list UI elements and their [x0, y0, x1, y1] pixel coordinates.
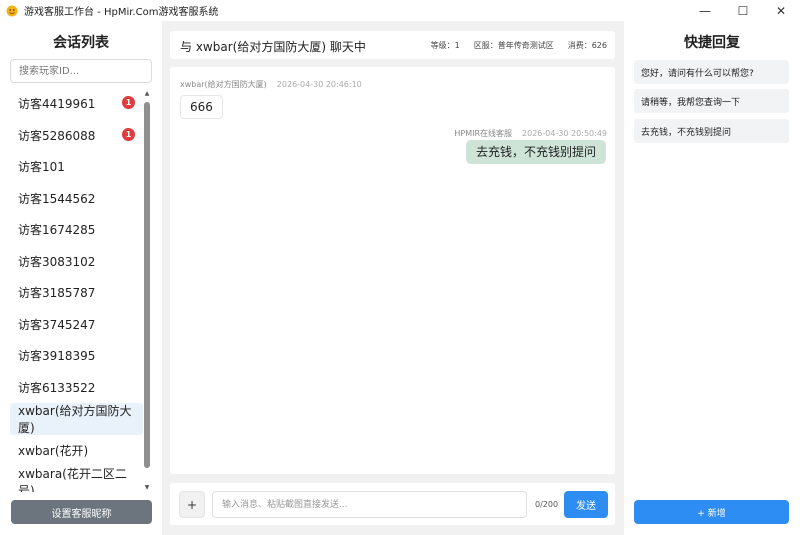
conversation-list: 访客4419961 1 访客5286088 1 访客101 访客1544562 …	[10, 88, 143, 492]
send-button[interactable]: 发送	[564, 491, 608, 518]
set-nickname-button[interactable]: 设置客服昵称	[11, 500, 152, 524]
player-level: 等级：1	[430, 41, 460, 50]
conversation-label: 访客3185787	[18, 286, 96, 301]
conversation-label: 访客101	[18, 160, 65, 175]
sidebar-title: 会话列表	[53, 35, 109, 51]
conversation-item[interactable]: 访客3185787	[10, 277, 143, 309]
conversation-label: 访客1544562	[18, 191, 96, 206]
player-zone: 区服：普年传奇测试区	[473, 41, 554, 50]
player-search-input[interactable]	[10, 59, 152, 83]
message-input-bar: + 0/200 发送	[170, 483, 615, 525]
conversation-item[interactable]: 访客3918395	[10, 340, 143, 372]
conversation-item[interactable]: 访客1544562	[10, 183, 143, 215]
chat-panel: 与 xwbar(给对方国防大厦) 聊天中 等级：1 区服：普年传奇测试区 消费：…	[162, 21, 624, 535]
conversation-item[interactable]: xwbar(花开)	[10, 435, 143, 467]
message-input[interactable]	[212, 491, 527, 518]
quick-reply-item[interactable]: 去充钱，不充钱别提问	[634, 119, 789, 143]
char-counter: 0/200	[535, 500, 559, 509]
quick-reply-panel: 快捷回复 您好，请问有什么可以帮您? 请稍等，我帮您查询一下 去充钱，不充钱别提…	[624, 21, 800, 535]
close-button[interactable]: ✕	[762, 0, 800, 21]
conversation-label: 访客3745247	[18, 317, 96, 332]
chat-title: 与 xwbar(给对方国防大厦) 聊天中	[180, 40, 366, 54]
conversation-item[interactable]: 访客1674285	[10, 214, 143, 246]
conversation-label: 访客3918395	[18, 349, 96, 364]
conversation-label: xwbar(花开)	[18, 443, 89, 458]
chat-header: 与 xwbar(给对方国防大厦) 聊天中 等级：1 区服：普年传奇测试区 消费：…	[170, 31, 615, 59]
attach-button[interactable]: +	[179, 491, 205, 518]
conversation-label: 访客1674285	[18, 223, 96, 238]
minimize-button[interactable]: —	[686, 0, 724, 21]
message-sender: HPMIR在线客服	[454, 129, 513, 138]
conversation-label: 访客5286088	[18, 128, 96, 143]
message-time: 2026-04-30 20:46:10	[276, 80, 362, 89]
window-title: 游戏客服工作台 - HpMir.Com游戏客服系统	[24, 7, 219, 18]
conversation-scrollbar[interactable]: ▲ ▼	[143, 90, 151, 492]
scroll-down-arrow-icon[interactable]: ▼	[143, 484, 151, 492]
message-meta: HPMIR在线客服 2026-04-30 20:50:49	[454, 128, 607, 139]
app-logo-icon	[6, 5, 18, 16]
player-info: 等级：1 区服：普年传奇测试区 消费：626	[431, 40, 607, 51]
conversation-label: 访客3083102	[18, 254, 96, 269]
conversation-item[interactable]: 访客4419961 1	[10, 88, 143, 120]
unread-badge: 1	[122, 127, 135, 141]
conversation-sidebar: 会话列表 访客4419961 1 访客5286088 1 访客101 访客154…	[0, 21, 162, 535]
conversation-label: xwbara(花开二区二号)	[18, 466, 127, 492]
conversation-item[interactable]: 访客6133522	[10, 372, 143, 404]
conversation-item[interactable]: 访客101	[10, 151, 143, 183]
scrollbar-thumb[interactable]	[144, 102, 150, 468]
message-area: xwbar(给对方国防大厦) 2026-04-30 20:46:10 666 HP…	[170, 67, 615, 474]
conversation-item[interactable]: 访客3083102	[10, 246, 143, 278]
message-sender: xwbar(给对方国防大厦)	[180, 80, 267, 89]
outgoing-message-bubble: 去充钱，不充钱别提问	[465, 140, 606, 164]
conversation-item[interactable]: xwbara(花开二区二号)	[10, 466, 143, 492]
player-spend: 消费：626	[567, 41, 607, 50]
conversation-item[interactable]: 访客3745247	[10, 309, 143, 341]
incoming-message-bubble: 666	[180, 95, 223, 119]
add-quick-reply-button[interactable]: + 新增	[634, 500, 789, 524]
maximize-button[interactable]: ☐	[724, 0, 762, 21]
message-meta: xwbar(给对方国防大厦) 2026-04-30 20:46:10	[180, 79, 362, 90]
quick-reply-item[interactable]: 您好，请问有什么可以帮您?	[634, 60, 789, 84]
conversation-item[interactable]: 访客5286088 1	[10, 120, 143, 152]
scroll-up-arrow-icon[interactable]: ▲	[143, 90, 151, 98]
conversation-label: xwbar(给对方国防大厦)	[18, 403, 132, 435]
message-time: 2026-04-30 20:50:49	[522, 129, 607, 138]
conversation-item-active[interactable]: xwbar(给对方国防大厦)	[10, 403, 143, 435]
window-titlebar: 游戏客服工作台 - HpMir.Com游戏客服系统 — ☐ ✕	[0, 0, 800, 21]
conversation-label: 访客4419961	[18, 97, 96, 112]
quick-reply-title: 快捷回复	[684, 35, 740, 51]
quick-reply-item[interactable]: 请稍等，我帮您查询一下	[634, 89, 789, 113]
unread-badge: 1	[122, 96, 135, 109]
conversation-label: 访客6133522	[18, 380, 96, 395]
